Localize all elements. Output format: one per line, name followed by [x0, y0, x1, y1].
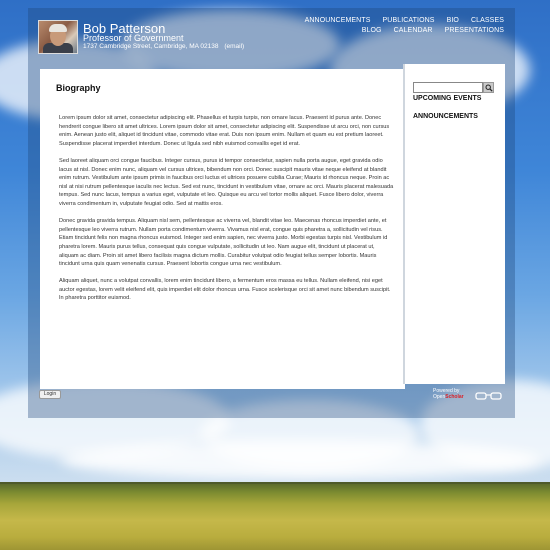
sidebar: UPCOMING EVENTS ANNOUNCEMENTS	[403, 64, 505, 384]
openscholar-text: OpenScholar	[433, 394, 464, 400]
primary-nav: ANNOUNCEMENTS PUBLICATIONS BIO CLASSES	[295, 17, 504, 24]
paragraph: Sed laoreet aliquam orci congue faucibus…	[59, 157, 394, 207]
nav-calendar[interactable]: CALENDAR	[394, 27, 433, 34]
secondary-nav: BLOG CALENDAR PRESENTATIONS	[352, 27, 504, 34]
page-title: Biography	[56, 83, 101, 93]
openscholar-glasses-icon	[475, 392, 502, 400]
search-input[interactable]	[413, 82, 483, 93]
address-text: 1737 Cambridge Street, Cambridge, MA 021…	[83, 43, 219, 50]
search-button[interactable]	[483, 82, 494, 93]
nav-blog[interactable]: BLOG	[362, 27, 382, 34]
field-background	[0, 484, 550, 550]
paragraph: Lorem ipsum dolor sit amet, consectetur …	[59, 115, 390, 147]
site-header: Bob Patterson Professor of Government 17…	[28, 8, 515, 66]
paragraph: Aliquam aliquet, nunc a volutpat convall…	[59, 278, 391, 302]
cloud	[60, 440, 540, 480]
paragraph: Donec gravida gravida tempus. Aliquam ni…	[59, 218, 388, 268]
search-icon	[485, 84, 493, 92]
biography-text: Lorem ipsum dolor sit amet, consectetur …	[59, 114, 394, 312]
nav-presentations[interactable]: PRESENTATIONS	[445, 27, 504, 34]
announcements-heading: ANNOUNCEMENTS	[413, 113, 478, 120]
site-subtitle: Professor of Government	[83, 33, 184, 43]
login-button[interactable]: Login	[39, 390, 61, 399]
nav-classes[interactable]: CLASSES	[471, 17, 504, 24]
page-wrapper: Bob Patterson Professor of Government 17…	[28, 8, 515, 418]
site-address: 1737 Cambridge Street, Cambridge, MA 021…	[83, 43, 244, 50]
powered-by[interactable]: Powered by OpenScholar	[433, 388, 464, 400]
email-link[interactable]: (email)	[224, 43, 244, 50]
nav-bio[interactable]: BIO	[447, 17, 459, 24]
avatar	[38, 20, 78, 54]
nav-publications[interactable]: PUBLICATIONS	[383, 17, 435, 24]
nav-announcements[interactable]: ANNOUNCEMENTS	[305, 17, 371, 24]
upcoming-events-heading: UPCOMING EVENTS	[413, 95, 482, 102]
main-content: Biography Lorem ipsum dolor sit amet, co…	[40, 69, 405, 389]
